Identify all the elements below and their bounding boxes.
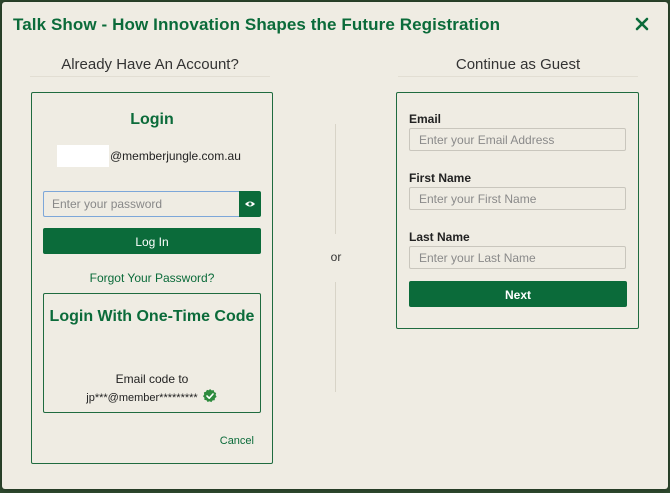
last-name-label: Last Name <box>409 230 470 244</box>
password-input[interactable] <box>43 191 239 217</box>
otc-instruction: Email code to <box>115 372 189 386</box>
forgot-password-link[interactable]: Forgot Your Password? <box>32 271 272 285</box>
login-title: Login <box>130 111 174 128</box>
or-separator: or <box>330 250 342 264</box>
login-panel: Login @memberjungle.com.au Log In Forgot… <box>31 92 273 464</box>
verified-check-icon <box>202 388 218 407</box>
email-label: Email <box>409 112 442 126</box>
password-group <box>43 191 261 217</box>
otc-masked-email: jp***@member********* <box>86 391 198 404</box>
one-time-code-panel[interactable]: Login With One-Time Code Email code to j… <box>43 293 261 413</box>
first-name-input[interactable] <box>409 187 626 210</box>
otc-email-row: jp***@member********* <box>44 388 260 407</box>
email-local-part-field <box>57 145 109 167</box>
guest-heading-divider <box>398 76 638 77</box>
or-divider-bottom <box>335 282 336 392</box>
cancel-link[interactable]: Cancel <box>220 435 254 447</box>
first-name-label: First Name <box>409 171 472 185</box>
login-button[interactable]: Log In <box>43 228 261 254</box>
guest-heading: Continue as Guest <box>455 56 581 73</box>
last-name-input[interactable] <box>409 246 626 269</box>
account-heading: Already Have An Account? <box>61 56 239 73</box>
guest-panel: Email First Name Last Name Next <box>396 92 639 329</box>
eye-icon[interactable] <box>239 191 261 217</box>
or-divider-top <box>335 124 336 234</box>
close-icon[interactable] <box>634 16 650 32</box>
next-button[interactable]: Next <box>409 281 627 307</box>
email-domain: @memberjungle.com.au <box>110 149 241 163</box>
modal-title: Talk Show - How Innovation Shapes the Fu… <box>13 15 501 34</box>
registration-modal: Talk Show - How Innovation Shapes the Fu… <box>2 2 668 489</box>
otc-title: Login With One-Time Code <box>49 308 255 325</box>
account-heading-divider <box>30 76 270 77</box>
email-row: @memberjungle.com.au <box>57 145 241 167</box>
guest-email-input[interactable] <box>409 128 626 151</box>
